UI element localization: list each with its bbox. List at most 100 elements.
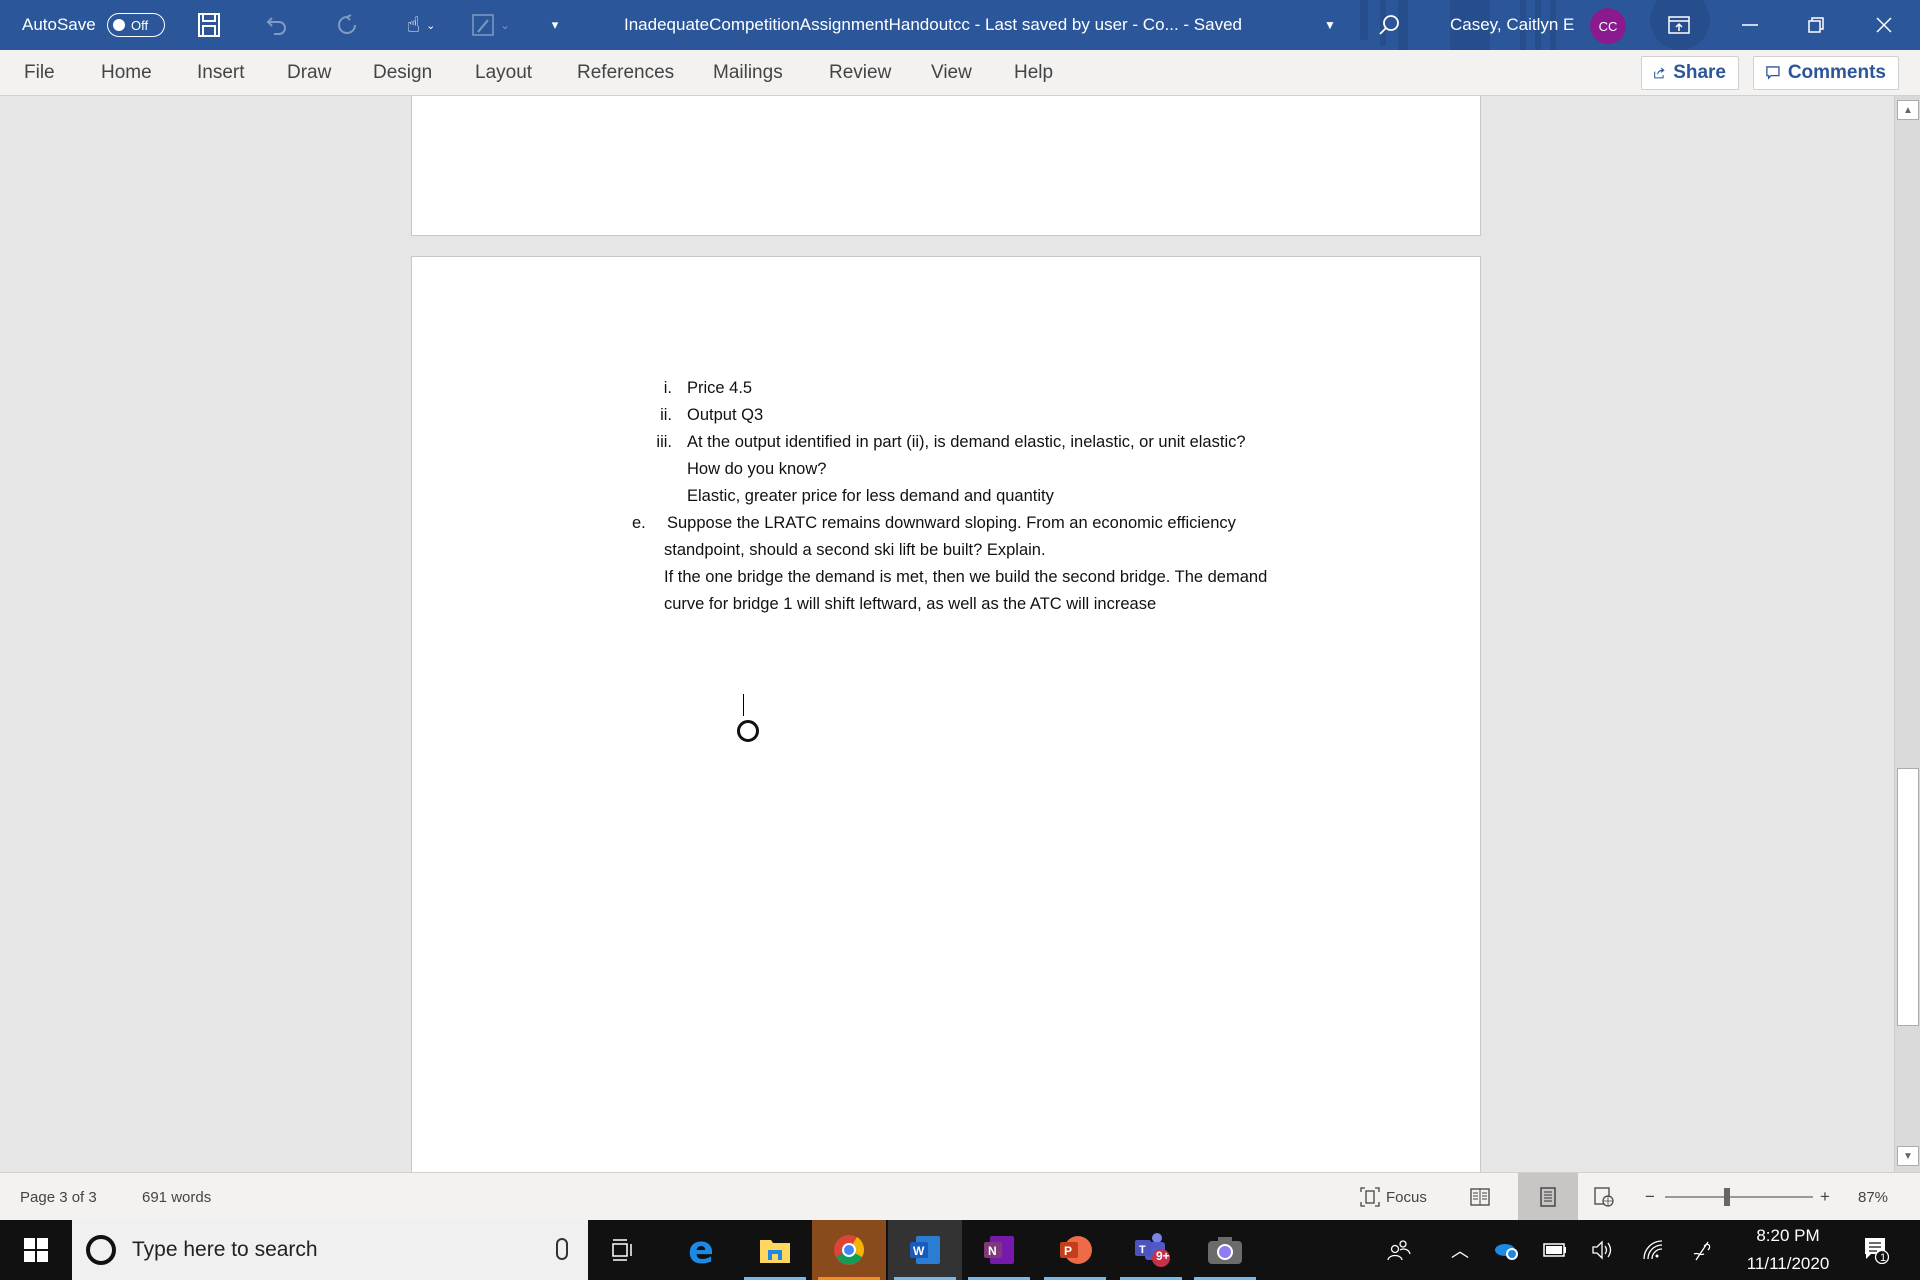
tab-help[interactable]: Help bbox=[1014, 50, 1053, 96]
volume-icon bbox=[1592, 1240, 1612, 1260]
share-button[interactable]: Share bbox=[1641, 56, 1739, 90]
notification-count: 1 bbox=[1880, 1252, 1887, 1264]
taskbar-search-box[interactable]: Type here to search bbox=[72, 1220, 588, 1280]
action-center-button[interactable]: 1 bbox=[1856, 1220, 1896, 1280]
title-dropdown[interactable]: ▼ bbox=[1320, 0, 1340, 50]
touch-mode-button[interactable]: ☝ ⌄ bbox=[398, 0, 444, 50]
taskbar-file-explorer[interactable] bbox=[738, 1220, 812, 1280]
tab-file[interactable]: File bbox=[24, 50, 55, 96]
text-cursor bbox=[743, 694, 744, 716]
ribbon-display-options-button[interactable] bbox=[1664, 0, 1694, 50]
word-icon: W bbox=[910, 1236, 940, 1264]
document-title[interactable]: InadequateCompetitionAssignmentHandoutcc… bbox=[624, 0, 1242, 50]
taskbar-edge[interactable]: e bbox=[664, 1220, 738, 1280]
tab-home[interactable]: Home bbox=[101, 50, 152, 96]
print-layout-button[interactable] bbox=[1518, 1173, 1578, 1221]
answer-line[interactable]: If the one bridge the demand is met, the… bbox=[664, 564, 1267, 591]
read-mode-button[interactable] bbox=[1456, 1173, 1504, 1221]
status-bar: Page 3 of 3 691 words Focus − + 87% bbox=[0, 1172, 1920, 1221]
taskbar-word[interactable]: W bbox=[888, 1220, 962, 1280]
chevron-down-icon: ⌄ bbox=[500, 19, 510, 32]
ribbon-display-icon bbox=[1668, 16, 1690, 34]
word-count[interactable]: 691 words bbox=[142, 1173, 211, 1221]
page-indicator[interactable]: Page 3 of 3 bbox=[20, 1173, 97, 1221]
tab-layout[interactable]: Layout bbox=[475, 50, 532, 96]
close-button[interactable] bbox=[1866, 0, 1902, 50]
avatar[interactable]: CC bbox=[1590, 8, 1626, 44]
touch-mode-icon: ☝ bbox=[406, 12, 421, 37]
onedrive-icon bbox=[1495, 1244, 1518, 1260]
zoom-out-button[interactable]: − bbox=[1645, 1173, 1655, 1221]
onedrive-button[interactable] bbox=[1492, 1220, 1522, 1280]
save-button[interactable] bbox=[194, 0, 224, 50]
start-button[interactable] bbox=[0, 1220, 72, 1280]
battery-button[interactable] bbox=[1540, 1220, 1570, 1280]
list-text: Price 4.5 bbox=[687, 379, 753, 397]
draw-table-button[interactable]: ⌄ bbox=[468, 0, 514, 50]
taskbar-teams[interactable]: T 9+ bbox=[1114, 1220, 1188, 1280]
minimize-button[interactable] bbox=[1732, 0, 1768, 50]
edge-icon: e bbox=[688, 1228, 714, 1272]
answer-line[interactable]: curve for bridge 1 will shift leftward, … bbox=[664, 591, 1156, 618]
search-button[interactable] bbox=[1374, 0, 1404, 50]
web-layout-button[interactable] bbox=[1580, 1173, 1628, 1221]
customize-qat-button[interactable]: ▾ bbox=[545, 0, 565, 50]
undo-button[interactable] bbox=[262, 0, 292, 50]
show-hidden-icons-button[interactable]: ︿ bbox=[1448, 1220, 1472, 1280]
zoom-level[interactable]: 87% bbox=[1858, 1173, 1888, 1221]
tab-review[interactable]: Review bbox=[829, 50, 891, 96]
print-layout-icon bbox=[1540, 1187, 1556, 1207]
wifi-icon bbox=[1643, 1240, 1663, 1260]
pen-workspace-button[interactable] bbox=[1688, 1220, 1718, 1280]
paragraph-line[interactable]: standpoint, should a second ski lift be … bbox=[664, 537, 1046, 564]
list-text: Suppose the LRATC remains downward slopi… bbox=[667, 514, 1236, 532]
paragraph-line[interactable]: How do you know? bbox=[687, 456, 826, 483]
focus-button[interactable]: Focus bbox=[1360, 1173, 1427, 1221]
network-button[interactable] bbox=[1638, 1220, 1668, 1280]
page-2-bottom[interactable] bbox=[411, 96, 1481, 236]
zoom-in-button[interactable]: + bbox=[1820, 1173, 1830, 1221]
svg-text:T: T bbox=[1139, 1244, 1146, 1256]
taskbar-chrome[interactable] bbox=[812, 1220, 886, 1280]
svg-text:P: P bbox=[1064, 1244, 1072, 1258]
toggle-knob bbox=[113, 19, 125, 31]
clock-time: 8:20 PM bbox=[1756, 1226, 1820, 1245]
taskbar-onenote[interactable]: N bbox=[962, 1220, 1036, 1280]
minimize-icon bbox=[1742, 24, 1758, 26]
page-3[interactable]: i. Price 4.5 ii. Output Q3 iii. At the o… bbox=[411, 256, 1481, 1172]
restore-button[interactable] bbox=[1798, 0, 1834, 50]
taskbar-powerpoint[interactable]: P bbox=[1038, 1220, 1112, 1280]
search-placeholder: Type here to search bbox=[132, 1238, 318, 1261]
onenote-icon: N bbox=[984, 1236, 1014, 1264]
vertical-scrollbar[interactable]: ▲ ▼ bbox=[1894, 96, 1920, 1172]
document-canvas[interactable]: i. Price 4.5 ii. Output Q3 iii. At the o… bbox=[0, 96, 1894, 1172]
answer-line[interactable]: Elastic, greater price for less demand a… bbox=[687, 483, 1054, 510]
zoom-slider-thumb[interactable] bbox=[1724, 1188, 1730, 1206]
task-view-button[interactable] bbox=[586, 1220, 660, 1280]
zoom-slider-track[interactable] bbox=[1665, 1196, 1813, 1198]
clock-date: 11/11/2020 bbox=[1746, 1254, 1830, 1273]
system-clock[interactable]: 8:20 PM 11/11/2020 bbox=[1738, 1220, 1838, 1280]
autosave-toggle[interactable]: Off bbox=[107, 13, 165, 37]
tab-view[interactable]: View bbox=[931, 50, 972, 96]
tab-references[interactable]: References bbox=[577, 50, 674, 96]
save-icon bbox=[198, 13, 220, 37]
tab-draw[interactable]: Draw bbox=[287, 50, 331, 96]
user-name[interactable]: Casey, Caitlyn E bbox=[1450, 0, 1574, 50]
autosave-state: Off bbox=[131, 17, 149, 33]
tab-insert[interactable]: Insert bbox=[197, 50, 245, 96]
scroll-thumb[interactable] bbox=[1897, 768, 1919, 1026]
scroll-up-button[interactable]: ▲ bbox=[1897, 100, 1919, 120]
task-view-icon bbox=[612, 1239, 632, 1261]
people-button[interactable] bbox=[1384, 1220, 1414, 1280]
tab-design[interactable]: Design bbox=[373, 50, 432, 96]
taskbar-camera[interactable] bbox=[1188, 1220, 1262, 1280]
volume-button[interactable] bbox=[1588, 1220, 1618, 1280]
list-text: At the output identified in part (ii), i… bbox=[687, 433, 1246, 451]
redo-button[interactable] bbox=[332, 0, 362, 50]
read-mode-icon bbox=[1470, 1188, 1490, 1206]
comments-button[interactable]: Comments bbox=[1753, 56, 1899, 90]
folder-icon bbox=[760, 1240, 790, 1263]
scroll-down-button[interactable]: ▼ bbox=[1897, 1146, 1919, 1166]
tab-mailings[interactable]: Mailings bbox=[713, 50, 783, 96]
